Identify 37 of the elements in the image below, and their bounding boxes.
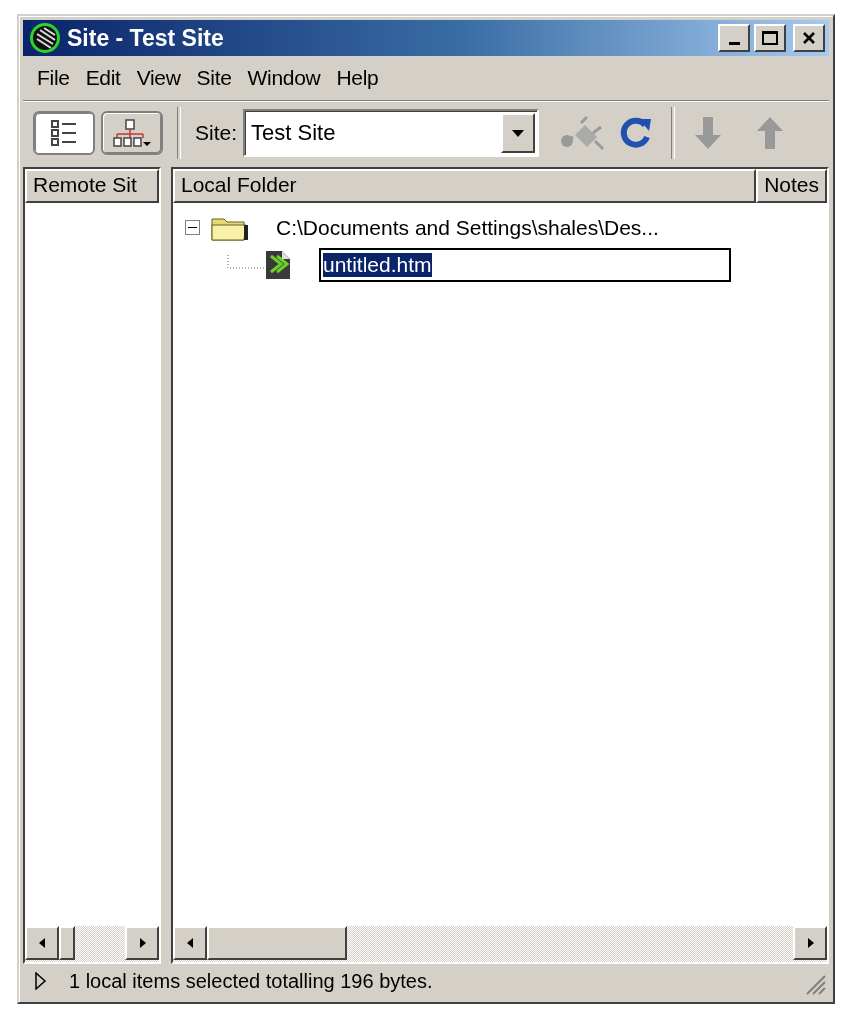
column-header[interactable]: Notes	[756, 169, 827, 203]
resize-grip-icon[interactable]	[804, 973, 826, 995]
scroll-right-button[interactable]	[793, 926, 827, 960]
rename-field[interactable]: untitled.htm	[319, 247, 731, 282]
close-icon	[801, 30, 817, 46]
site-dropdown[interactable]: Test Site	[243, 109, 540, 157]
status-text: 1 local items selected totalling 196 bytes.	[69, 969, 434, 993]
menu-item[interactable]: Window	[239, 64, 329, 92]
file-list-view-button[interactable]	[33, 111, 95, 155]
column-header[interactable]: Local Folder	[173, 169, 757, 203]
window-title: Site - Test Site	[67, 24, 225, 52]
minimize-icon	[728, 41, 740, 45]
menu-item[interactable]: Edit	[77, 64, 129, 92]
scroll-left-button[interactable]	[173, 926, 207, 960]
dropdown-arrow-icon	[511, 128, 526, 138]
menu-item[interactable]: Help	[328, 64, 387, 92]
html-file-icon	[265, 249, 291, 280]
scroll-left-button[interactable]	[25, 926, 59, 960]
maximize-icon	[761, 30, 779, 46]
site-map-view-button[interactable]	[101, 111, 163, 155]
scroll-thumb[interactable]	[59, 926, 75, 960]
menu-item[interactable]: View	[128, 64, 189, 92]
site-map-icon	[112, 118, 152, 148]
close-button[interactable]	[793, 24, 825, 52]
app-logo-icon	[27, 22, 63, 54]
collapse-toggle[interactable]	[185, 220, 200, 235]
menu-item[interactable]: Site	[188, 64, 240, 92]
scroll-thumb[interactable]	[207, 926, 347, 960]
minimize-button[interactable]	[718, 24, 750, 52]
site-label: Site:	[195, 121, 238, 145]
menu-item[interactable]: File	[29, 64, 78, 92]
expand-arrow-icon[interactable]	[35, 972, 47, 990]
folder-path[interactable]: C:\Documents and Settings\shales\Des...	[276, 215, 659, 240]
maximize-button[interactable]	[754, 24, 786, 52]
scroll-right-button[interactable]	[125, 926, 159, 960]
list-view-icon	[49, 118, 79, 148]
column-header[interactable]: Remote Sit	[25, 169, 159, 203]
